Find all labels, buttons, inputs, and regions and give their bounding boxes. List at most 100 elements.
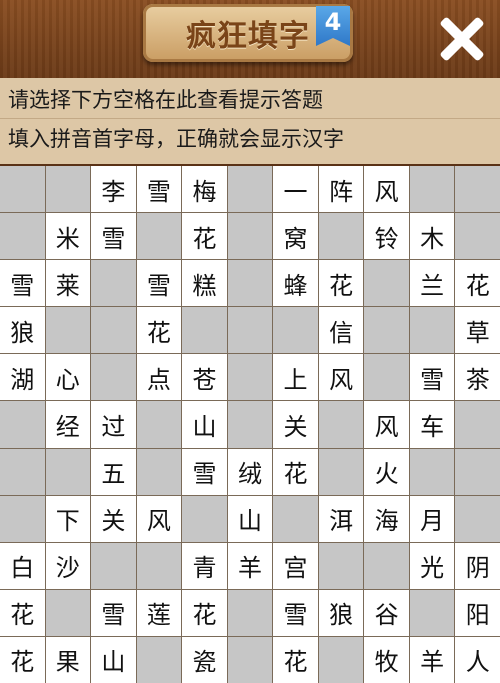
grid-cell[interactable]: 心 bbox=[45, 354, 91, 401]
grid-cell-blocked bbox=[409, 589, 455, 636]
grid-cell-blocked bbox=[318, 448, 364, 495]
grid-cell[interactable]: 绒 bbox=[227, 448, 273, 495]
grid-cell[interactable]: 羊 bbox=[409, 636, 455, 683]
grid-cell-blocked bbox=[455, 448, 500, 495]
grid-cell[interactable]: 阵 bbox=[318, 166, 364, 213]
grid-cell[interactable]: 花 bbox=[318, 260, 364, 307]
grid-cell[interactable]: 风 bbox=[136, 495, 182, 542]
grid-cell-blocked bbox=[364, 307, 409, 354]
grid-cell-blocked bbox=[136, 542, 182, 589]
grid-cell[interactable]: 雪 bbox=[136, 260, 182, 307]
grid-cell[interactable]: 洱 bbox=[318, 495, 364, 542]
grid-cell[interactable]: 雪 bbox=[182, 448, 227, 495]
grid-cell[interactable]: 雪 bbox=[91, 589, 136, 636]
grid-cell[interactable]: 风 bbox=[364, 166, 409, 213]
grid-cell[interactable]: 花 bbox=[273, 636, 318, 683]
grid-cell-blocked bbox=[409, 307, 455, 354]
grid-cell[interactable]: 木 bbox=[409, 213, 455, 260]
grid-cell-blocked bbox=[273, 495, 318, 542]
grid-cell[interactable]: 湖 bbox=[0, 354, 45, 401]
grid-cell-blocked bbox=[136, 448, 182, 495]
grid-cell[interactable]: 米 bbox=[45, 213, 91, 260]
hint-line-2: 填入拼音首字母，正确就会显示汉字 bbox=[8, 127, 344, 151]
grid-cell[interactable]: 兰 bbox=[409, 260, 455, 307]
grid-cell[interactable]: 花 bbox=[273, 448, 318, 495]
grid-cell[interactable]: 瓷 bbox=[182, 636, 227, 683]
grid-cell[interactable]: 五 bbox=[91, 448, 136, 495]
grid-cell[interactable]: 梅 bbox=[182, 166, 227, 213]
grid-cell-blocked bbox=[45, 307, 91, 354]
grid-cell[interactable]: 经 bbox=[45, 401, 91, 448]
grid-cell-blocked bbox=[182, 307, 227, 354]
grid-cell-blocked bbox=[136, 213, 182, 260]
grid-cell[interactable]: 人 bbox=[455, 636, 500, 683]
grid-cell[interactable]: 火 bbox=[364, 448, 409, 495]
grid-cell[interactable]: 阳 bbox=[455, 589, 500, 636]
grid-cell-blocked bbox=[227, 307, 273, 354]
grid-cell[interactable]: 茶 bbox=[455, 354, 500, 401]
grid-cell[interactable]: 花 bbox=[136, 307, 182, 354]
grid-cell[interactable]: 海 bbox=[364, 495, 409, 542]
grid-cell[interactable]: 狼 bbox=[0, 307, 45, 354]
grid-cell[interactable]: 关 bbox=[273, 401, 318, 448]
grid-cell[interactable]: 宫 bbox=[273, 542, 318, 589]
grid-cell[interactable]: 莱 bbox=[45, 260, 91, 307]
grid-cell[interactable]: 风 bbox=[318, 354, 364, 401]
grid-cell[interactable]: 花 bbox=[0, 636, 45, 683]
grid-cell[interactable]: 糕 bbox=[182, 260, 227, 307]
grid-cell[interactable]: 车 bbox=[409, 401, 455, 448]
grid-cell[interactable]: 苍 bbox=[182, 354, 227, 401]
grid-cell[interactable]: 光 bbox=[409, 542, 455, 589]
grid-cell[interactable]: 草 bbox=[455, 307, 500, 354]
level-number: 4 bbox=[324, 8, 342, 36]
grid-cell[interactable]: 谷 bbox=[364, 589, 409, 636]
grid-cell[interactable]: 山 bbox=[182, 401, 227, 448]
crossword-grid: 李雪梅一阵风米雪花窝铃木雪莱雪糕蜂花兰花狼花信草湖心点苍上风雪茶经过山关风车五雪… bbox=[0, 166, 500, 683]
close-x-icon[interactable] bbox=[437, 14, 487, 64]
grid-cell[interactable]: 山 bbox=[227, 495, 273, 542]
grid-cell[interactable]: 月 bbox=[409, 495, 455, 542]
grid-cell-blocked bbox=[409, 166, 455, 213]
grid-cell-blocked bbox=[0, 448, 45, 495]
grid-cell[interactable]: 铃 bbox=[364, 213, 409, 260]
grid-cell[interactable]: 一 bbox=[273, 166, 318, 213]
grid-cell[interactable]: 李 bbox=[91, 166, 136, 213]
grid-cell[interactable]: 花 bbox=[455, 260, 500, 307]
grid-cell[interactable]: 雪 bbox=[136, 166, 182, 213]
grid-cell[interactable]: 蜂 bbox=[273, 260, 318, 307]
grid-cell[interactable]: 窝 bbox=[273, 213, 318, 260]
grid-cell[interactable]: 花 bbox=[0, 589, 45, 636]
grid-cell-blocked bbox=[227, 213, 273, 260]
grid-cell[interactable]: 花 bbox=[182, 213, 227, 260]
grid-cell[interactable]: 莲 bbox=[136, 589, 182, 636]
grid-cell[interactable]: 阴 bbox=[455, 542, 500, 589]
hint-line-1: 请选择下方空格在此查看提示答题 bbox=[8, 88, 323, 112]
grid-cell[interactable]: 山 bbox=[91, 636, 136, 683]
grid-cell[interactable]: 上 bbox=[273, 354, 318, 401]
grid-cell-blocked bbox=[0, 401, 45, 448]
grid-cell[interactable]: 牧 bbox=[364, 636, 409, 683]
grid-cell[interactable]: 羊 bbox=[227, 542, 273, 589]
grid-cell-blocked bbox=[455, 166, 500, 213]
grid-cell[interactable]: 下 bbox=[45, 495, 91, 542]
grid-cell[interactable]: 关 bbox=[91, 495, 136, 542]
grid-cell[interactable]: 点 bbox=[136, 354, 182, 401]
grid-cell[interactable]: 风 bbox=[364, 401, 409, 448]
grid-cell-blocked bbox=[318, 213, 364, 260]
grid-cell[interactable]: 青 bbox=[182, 542, 227, 589]
grid-cell-blocked bbox=[227, 636, 273, 683]
grid-cell[interactable]: 狼 bbox=[318, 589, 364, 636]
grid-cell-blocked bbox=[45, 589, 91, 636]
grid-cell[interactable]: 花 bbox=[182, 589, 227, 636]
grid-cell-blocked bbox=[318, 636, 364, 683]
grid-cell[interactable]: 雪 bbox=[273, 589, 318, 636]
grid-cell[interactable]: 过 bbox=[91, 401, 136, 448]
grid-cell[interactable]: 果 bbox=[45, 636, 91, 683]
grid-cell[interactable]: 雪 bbox=[0, 260, 45, 307]
grid-cell[interactable]: 沙 bbox=[45, 542, 91, 589]
grid-cell[interactable]: 信 bbox=[318, 307, 364, 354]
grid-cell[interactable]: 雪 bbox=[409, 354, 455, 401]
grid-cell[interactable]: 白 bbox=[0, 542, 45, 589]
grid-cell-blocked bbox=[91, 354, 136, 401]
grid-cell[interactable]: 雪 bbox=[91, 213, 136, 260]
